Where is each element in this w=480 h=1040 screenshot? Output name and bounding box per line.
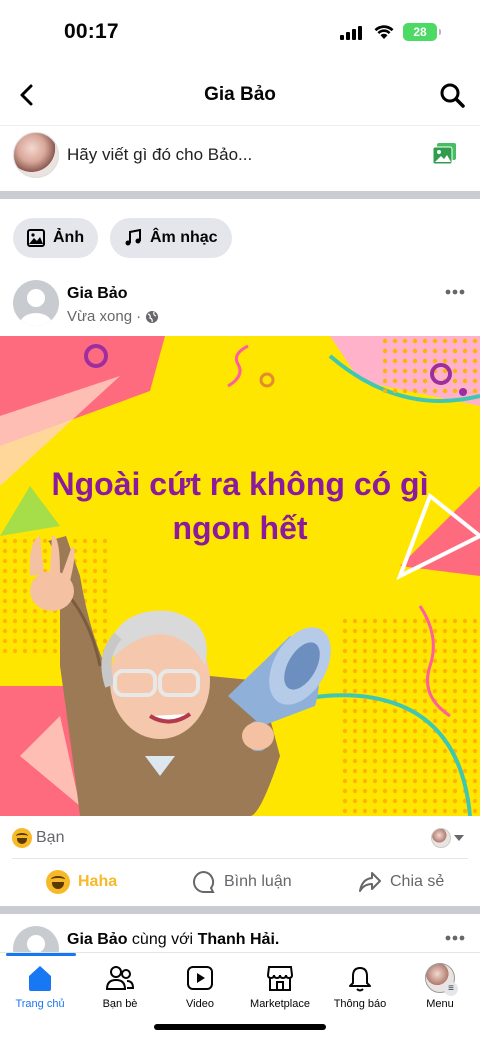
post-image[interactable]: Ngoài cứt ra không có gì ngon hết (0, 336, 480, 816)
share-button[interactable]: Chia sẻ (358, 865, 444, 899)
next-post-title: Gia Bảo cùng với Thanh Hải. (67, 931, 279, 949)
comment-button[interactable]: Bình luận (192, 865, 292, 899)
home-icon (29, 966, 51, 991)
profile-header: Gia Bảo (0, 64, 480, 126)
nav-label: Thông báo (333, 998, 387, 1010)
haha-button[interactable]: Haha (46, 865, 117, 899)
battery-level: 28 (413, 25, 427, 39)
nav-label: Bạn bè (102, 998, 138, 1010)
caption-line-1: Ngoài cứt ra không có gì (51, 466, 429, 502)
more-options-icon[interactable] (444, 284, 466, 300)
share-icon (359, 872, 381, 892)
nav-label: Trang chủ (15, 998, 65, 1010)
composer-placeholder[interactable]: Hãy viết gì đó cho Bảo... (67, 145, 252, 165)
reaction-summary[interactable]: Bạn (12, 828, 64, 848)
reaction-as-selector[interactable] (431, 828, 464, 848)
music-note-icon (125, 229, 141, 246)
action-label: Chia sẻ (390, 873, 445, 890)
bell-icon (349, 967, 371, 992)
chip-label: Ảnh (53, 229, 85, 246)
globe-icon (146, 310, 159, 323)
cellular-signal-icon (340, 26, 362, 40)
back-icon[interactable] (14, 81, 42, 109)
default-avatar-icon (20, 289, 52, 326)
wifi-icon (374, 25, 394, 39)
more-options-icon[interactable] (444, 930, 466, 946)
friends-icon (105, 966, 135, 990)
comment-icon (193, 870, 215, 893)
reaction-summary-label: Bạn (36, 829, 65, 846)
search-icon[interactable] (438, 81, 466, 109)
next-post-author[interactable]: Gia Bảo (67, 931, 127, 948)
chevron-down-icon (454, 835, 464, 841)
avatar (431, 828, 451, 848)
home-indicator (154, 1024, 326, 1030)
meta-separator: · (136, 308, 142, 325)
divider (12, 858, 468, 859)
post-composer[interactable]: Hãy viết gì đó cho Bảo... (0, 126, 480, 190)
next-post-connector: cùng với (131, 931, 194, 948)
nav-menu[interactable]: Menu (400, 963, 480, 1010)
action-label: Bình luận (224, 873, 292, 890)
menu-avatar-icon (425, 963, 458, 996)
nav-video[interactable]: Video (160, 963, 240, 1010)
nav-friends[interactable]: Bạn bè (80, 963, 160, 1010)
post-meta: Vừa xong · (67, 308, 159, 325)
status-time: 00:17 (64, 20, 119, 43)
section-divider (0, 191, 480, 199)
haha-emoji-icon (12, 828, 32, 848)
photos-chip[interactable]: Ảnh (13, 218, 99, 258)
photo-icon (27, 229, 45, 247)
chip-label: Âm nhạc (150, 229, 218, 246)
next-post-tagged[interactable]: Thanh Hải. (198, 931, 280, 948)
caption-line-2: ngon hết (172, 510, 308, 546)
avatar[interactable] (13, 280, 59, 326)
nav-marketplace[interactable]: Marketplace (240, 963, 320, 1010)
avatar[interactable] (13, 132, 59, 178)
nav-home[interactable]: Trang chủ (0, 963, 80, 1010)
post-time: Vừa xong (67, 308, 133, 325)
post-image-caption: Ngoài cứt ra không có gì ngon hết (0, 462, 480, 550)
battery-icon: 28 (403, 23, 441, 41)
post-image-artwork (0, 336, 480, 816)
action-label: Haha (78, 873, 118, 890)
page-title: Gia Bảo (204, 84, 276, 105)
section-divider (0, 906, 480, 914)
haha-icon (46, 870, 70, 894)
marketplace-icon (266, 966, 294, 991)
photo-icon[interactable] (432, 142, 458, 166)
active-tab-indicator (6, 953, 76, 956)
nav-notifications[interactable]: Thông báo (320, 963, 400, 1010)
post-author[interactable]: Gia Bảo (67, 285, 127, 303)
music-chip[interactable]: Âm nhạc (110, 218, 232, 258)
video-icon (187, 966, 213, 990)
nav-label: Marketplace (250, 998, 310, 1010)
nav-label: Menu (426, 998, 454, 1010)
nav-label: Video (186, 998, 214, 1010)
status-bar: 00:17 28 (0, 0, 480, 64)
